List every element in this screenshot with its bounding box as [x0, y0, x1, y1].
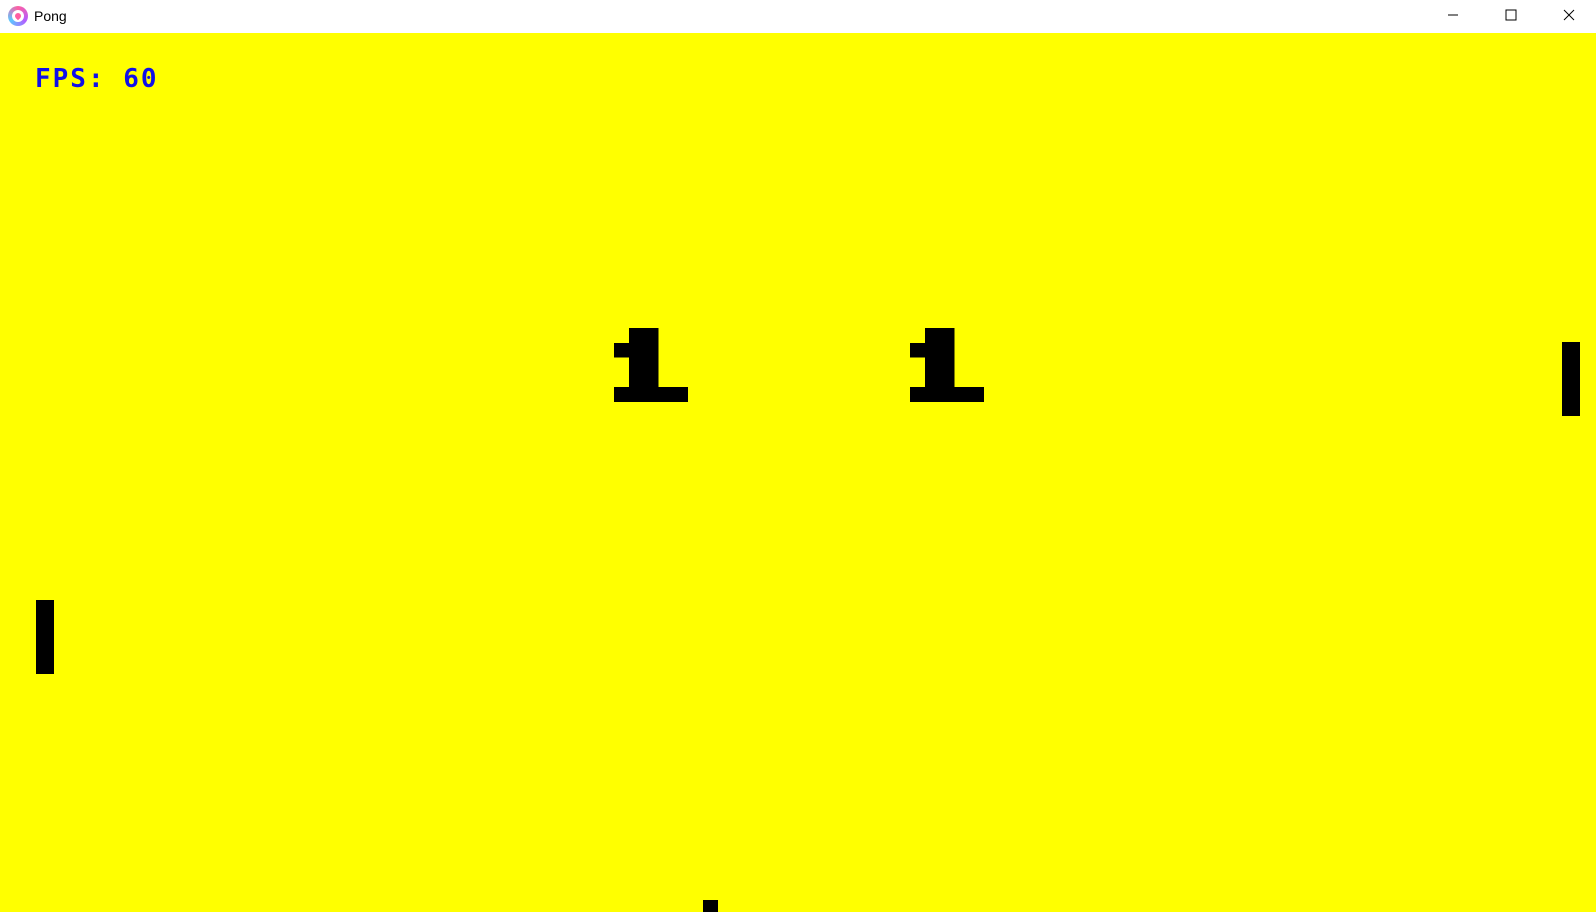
window-title: Pong: [34, 8, 67, 24]
close-icon: [1563, 9, 1575, 21]
fps-counter: FPS: 60: [35, 64, 159, 94]
maximize-icon: [1505, 9, 1517, 21]
title-bar[interactable]: Pong: [0, 0, 1596, 33]
score-left: 1: [614, 328, 688, 402]
right-paddle: [1562, 342, 1580, 416]
minimize-icon: [1448, 14, 1458, 16]
score-right: 1: [910, 328, 984, 402]
close-button[interactable]: [1540, 0, 1596, 30]
love2d-heart-icon: [8, 6, 28, 26]
minimize-button[interactable]: [1424, 0, 1482, 30]
left-paddle: [36, 600, 54, 674]
maximize-button[interactable]: [1482, 0, 1540, 30]
app-window: Pong FPS: 60 1 1: [0, 0, 1596, 912]
ball: [703, 900, 718, 912]
game-canvas[interactable]: FPS: 60 1 1: [0, 33, 1596, 912]
